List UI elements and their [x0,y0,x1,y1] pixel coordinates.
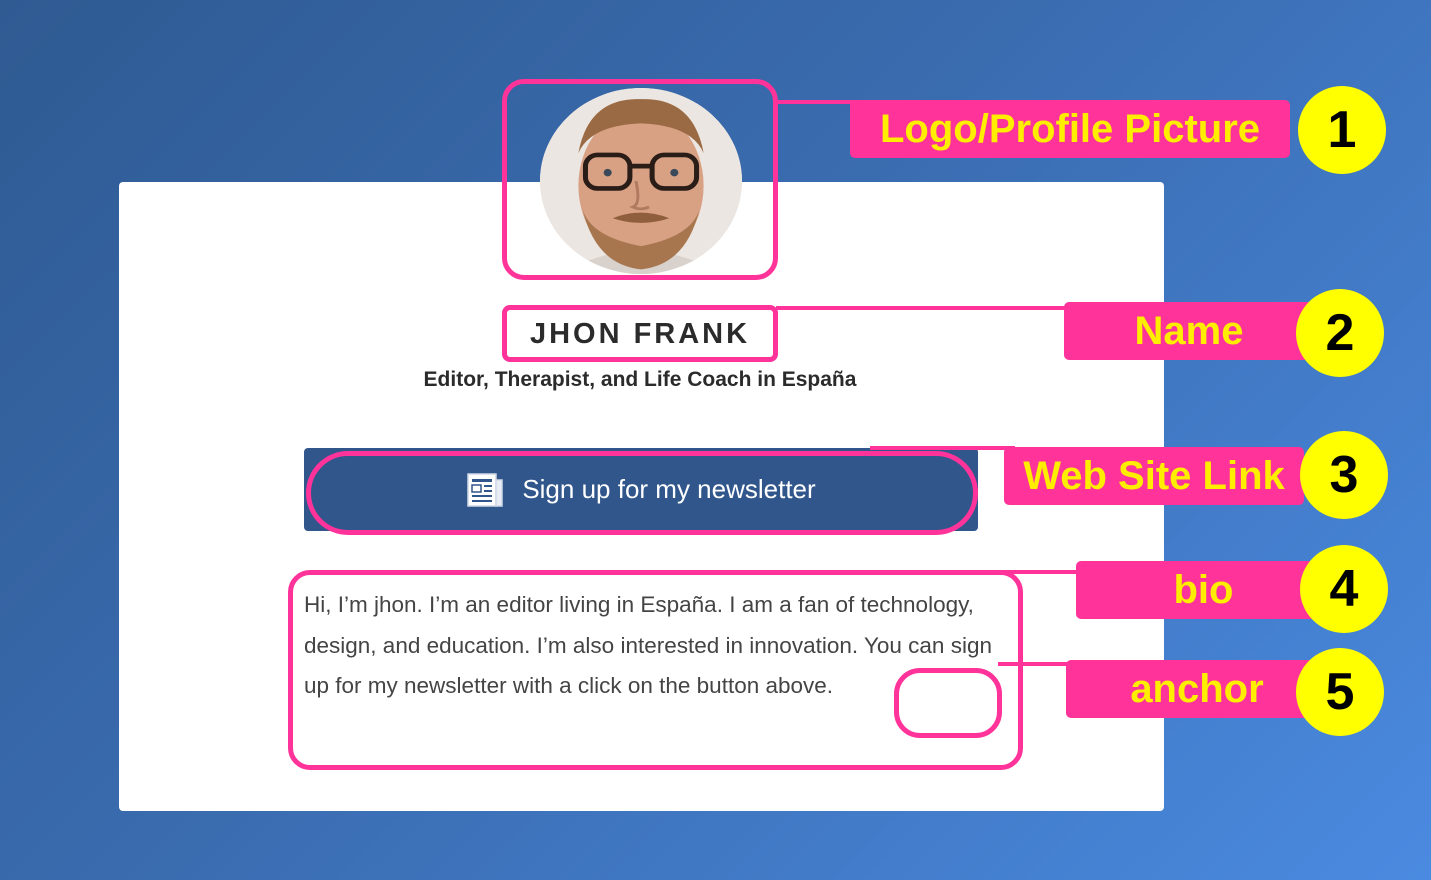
callout-number-4: 4 [1300,545,1388,633]
callout-line-4 [996,570,1084,574]
callout-line-2 [776,306,1076,310]
callout-line-1 [776,100,860,104]
callout-number-2: 2 [1296,289,1384,377]
callout-label-3: Web Site Link [1004,447,1304,505]
callout-number-3: 3 [1300,431,1388,519]
callout-number-1: 1 [1298,86,1386,174]
callout-number-5: 5 [1296,648,1384,736]
callout-line-3 [870,446,1015,450]
highlight-anchor [894,668,1002,738]
profile-subtitle: Editor, Therapist, and Life Coach in Esp… [423,368,857,391]
highlight-web-site-link [306,451,978,535]
callout-label-2: Name [1064,302,1314,360]
callout-label-1: Logo/Profile Picture [850,100,1290,158]
callout-label-5: anchor [1066,660,1328,718]
highlight-profile-picture [502,79,778,280]
highlight-name [502,305,778,362]
callout-label-4: bio [1076,561,1331,619]
